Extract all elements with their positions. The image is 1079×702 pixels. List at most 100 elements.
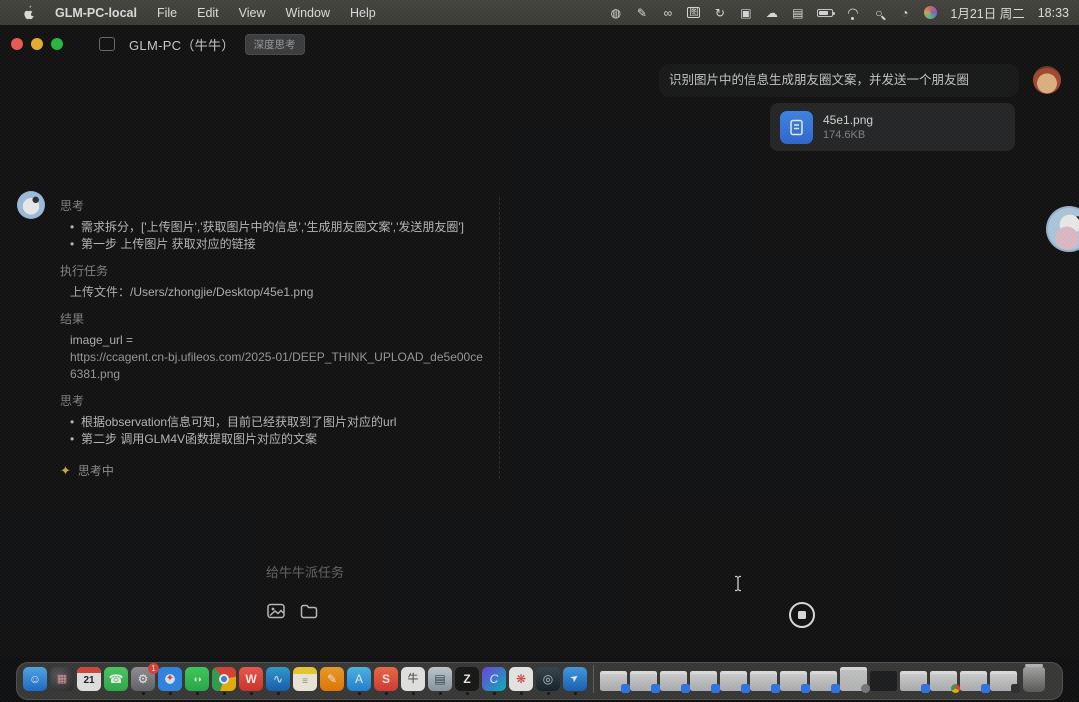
menu-date[interactable]: 1月21日 周二: [950, 3, 1024, 22]
minimized-window[interactable]: [930, 671, 957, 695]
dock-safari-icon[interactable]: ✦: [158, 667, 182, 695]
sparkle-icon: ✦: [60, 463, 71, 479]
dock-finder-icon[interactable]: ☺: [23, 667, 47, 695]
response-section-think-1: 思考 需求拆分，['上传图片','获取图片中的信息','生成朋友圈文案','发送…: [60, 197, 485, 253]
stage-manager-icon[interactable]: ▤: [791, 7, 804, 19]
user-message-text: 识别图片中的信息生成朋友圈文案，并发送一个朋友圈: [669, 72, 1009, 89]
stop-button[interactable]: [789, 602, 815, 628]
dock-notes-icon[interactable]: ≡: [293, 667, 317, 695]
dock-settings-icon[interactable]: ⚙1: [131, 667, 155, 695]
minimized-window[interactable]: [780, 671, 807, 695]
response-section-result: 结果 image_url = https://ccagent.cn-bj.ufi…: [60, 310, 485, 383]
menu-item-help[interactable]: Help: [340, 0, 386, 25]
task-input-placeholder: 给牛牛派任务: [266, 562, 344, 581]
dock-capcut-icon[interactable]: Z: [455, 667, 479, 695]
wifi-icon[interactable]: ◠: [846, 6, 859, 19]
dock: ☺▦21☎⚙1✦◖◗ W∿≡✎AS牛▤ZC❋◎➤: [16, 662, 1063, 700]
notification-badge: 1: [148, 663, 159, 674]
user-message-bubble: 识别图片中的信息生成朋友圈文案，并发送一个朋友圈: [659, 64, 1019, 97]
battery-icon[interactable]: [817, 9, 833, 17]
minimize-window-button[interactable]: [31, 38, 43, 50]
menu-item-file[interactable]: File: [147, 0, 187, 25]
think-bullet: 根据observation信息可知，目前已经获取到了图片对应的url: [70, 414, 485, 431]
dock-cloud-icon[interactable]: ∿: [266, 667, 290, 695]
dock-pointer-icon[interactable]: ➤: [563, 667, 587, 695]
menu-item-window[interactable]: Window: [276, 0, 340, 25]
dock-utility-icon[interactable]: ▤: [428, 667, 452, 695]
shield-icon[interactable]: ◍: [609, 7, 622, 19]
minimized-window[interactable]: [870, 671, 897, 695]
dock-launchpad-icon[interactable]: ▦: [50, 667, 74, 695]
minimized-window[interactable]: [660, 671, 687, 695]
sync-icon[interactable]: ↻: [713, 7, 726, 19]
minimized-window[interactable]: [840, 667, 867, 695]
thinking-status-label: 思考中: [78, 462, 114, 479]
folder-upload-button[interactable]: [299, 602, 319, 620]
dock-windows: [600, 667, 1017, 695]
window-titlebar: GLM-PC（牛牛） 深度思考: [0, 30, 1079, 58]
minimized-window[interactable]: [750, 671, 777, 695]
menu-app-name[interactable]: GLM-PC-local: [45, 0, 147, 25]
minimized-window[interactable]: [960, 671, 987, 695]
minimized-window[interactable]: [810, 671, 837, 695]
menu-item-view[interactable]: View: [229, 0, 276, 25]
task-input-area[interactable]: 给牛牛派任务: [255, 552, 815, 642]
minimized-window[interactable]: [990, 671, 1017, 695]
task-line: 上传文件：/Users/zhongjie/Desktop/45e1.png: [70, 284, 485, 301]
dock-sred-icon[interactable]: S: [374, 667, 398, 695]
dock-pen-icon[interactable]: ✎: [320, 667, 344, 695]
weather-icon[interactable]: ☁: [765, 7, 778, 19]
result-url[interactable]: https://ccagent.cn-bj.ufileos.com/2025-0…: [70, 349, 485, 383]
menu-item-edit[interactable]: Edit: [187, 0, 229, 25]
menu-bar: GLM-PC-local File Edit View Window Help …: [0, 0, 1079, 25]
dock-divider: [593, 665, 594, 693]
response-section-task: 执行任务 上传文件：/Users/zhongjie/Desktop/45e1.p…: [60, 262, 485, 301]
control-center-icon[interactable]: ◔: [898, 7, 911, 19]
dock-appstore-icon[interactable]: A: [347, 667, 371, 695]
dock-wechat-icon[interactable]: ◖◗: [185, 667, 209, 695]
dock-darksearch-icon[interactable]: ◎: [536, 667, 560, 695]
attachment-filesize: 174.6KB: [823, 129, 873, 141]
minimized-window[interactable]: [630, 671, 657, 695]
dock-glmpc-icon[interactable]: 牛: [401, 667, 425, 695]
deep-think-mode-badge[interactable]: 深度思考: [245, 34, 305, 55]
dock-apps: ☺▦21☎⚙1✦◖◗ W∿≡✎AS牛▤ZC❋◎➤: [23, 667, 587, 695]
section-label: 思考: [60, 392, 485, 409]
section-label: 执行任务: [60, 262, 485, 279]
thinking-status: ✦ 思考中: [60, 462, 485, 479]
remote-icon[interactable]: ∞: [661, 7, 674, 19]
close-window-button[interactable]: [11, 38, 23, 50]
minimized-window[interactable]: [600, 671, 627, 695]
window-title: GLM-PC（牛牛）: [129, 35, 235, 54]
attachment-filename: 45e1.png: [823, 113, 873, 127]
trash-icon[interactable]: [1023, 667, 1045, 692]
menu-status-icons: ◍ ✎ ∞ 图 ↻ ▣ ☁ ▤ ◠ ○ ◔: [609, 6, 937, 19]
dock-atom-icon[interactable]: ❋: [509, 667, 533, 695]
think-bullet: 第一步 上传图片 获取对应的链接: [70, 236, 485, 253]
stop-icon: [798, 611, 806, 619]
dock-chrome-icon[interactable]: [212, 667, 236, 695]
text-cursor: [733, 575, 743, 597]
menu-time[interactable]: 18:33: [1038, 6, 1069, 20]
display-icon[interactable]: ▣: [739, 7, 752, 19]
search-icon[interactable]: ○: [872, 7, 885, 19]
siri-icon[interactable]: [924, 6, 937, 19]
dock-canva-icon[interactable]: C: [482, 667, 506, 695]
dock-calendar-icon[interactable]: 21: [77, 667, 101, 695]
attachment-card[interactable]: 45e1.png 174.6KB: [770, 103, 1015, 151]
dock-facetime-icon[interactable]: ☎: [104, 667, 128, 695]
image-upload-button[interactable]: [266, 602, 286, 620]
result-line: image_url =: [70, 332, 485, 349]
input-method-icon[interactable]: 图: [687, 7, 700, 18]
file-icon: [780, 111, 813, 144]
response-section-think-2: 思考 根据observation信息可知，目前已经获取到了图片对应的url 第二…: [60, 392, 485, 448]
minimized-window[interactable]: [690, 671, 717, 695]
history-sidebar-icon[interactable]: [99, 37, 115, 51]
dock-wps-icon[interactable]: W: [239, 667, 263, 695]
pen-icon[interactable]: ✎: [635, 7, 648, 19]
minimized-window[interactable]: [720, 671, 747, 695]
apple-menu-icon[interactable]: [12, 5, 45, 20]
minimized-window[interactable]: [900, 671, 927, 695]
zoom-window-button[interactable]: [51, 38, 63, 50]
think-bullet: 需求拆分，['上传图片','获取图片中的信息','生成朋友圈文案','发送朋友圈…: [70, 219, 485, 236]
